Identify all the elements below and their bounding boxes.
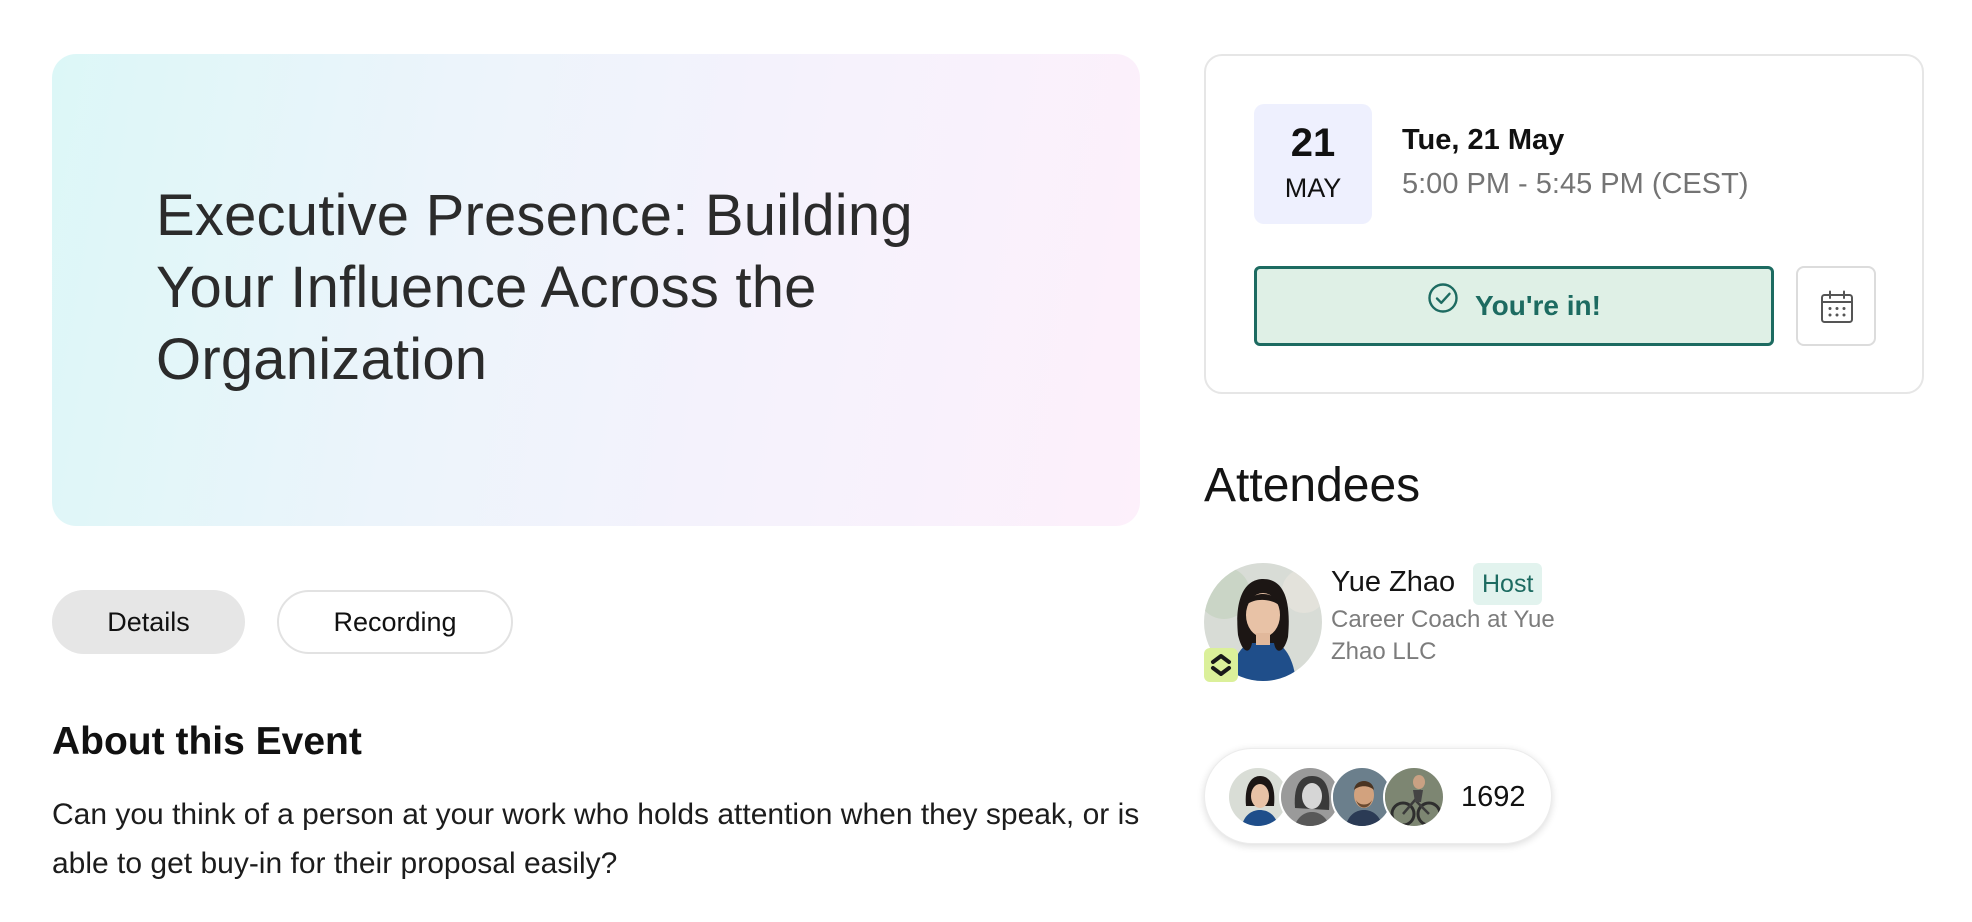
date-badge: 21 MAY	[1254, 104, 1372, 224]
add-to-calendar-button[interactable]	[1796, 266, 1876, 346]
attendee-list-button[interactable]: 1692	[1204, 748, 1552, 844]
community-badge-icon	[1204, 648, 1238, 682]
about-description: Can you think of a person at your work w…	[52, 798, 1140, 880]
tab-recording[interactable]: Recording	[277, 590, 513, 654]
rsvp-button[interactable]: You're in!	[1254, 266, 1774, 346]
host-role: Career Coach at Yue Zhao LLC	[1331, 606, 1555, 665]
avatar	[1383, 766, 1445, 828]
attendees-heading: Attendees	[1204, 459, 1421, 512]
event-date: Tue, 21 May	[1402, 124, 1565, 156]
attendee-count: 1692	[1461, 781, 1526, 813]
event-title: Executive Presence: Building Your Influe…	[156, 183, 913, 392]
host-name[interactable]: Yue Zhao	[1331, 566, 1455, 599]
event-time: 5:00 PM - 5:45 PM (CEST)	[1402, 168, 1749, 200]
event-banner: Executive Presence: Building Your Influe…	[52, 54, 1140, 526]
check-circle-icon	[1427, 268, 1459, 342]
tab-details[interactable]: Details	[52, 590, 245, 654]
schedule-card: 21 MAY Tue, 21 May 5:00 PM - 5:45 PM (CE…	[1204, 54, 1924, 394]
rsvp-label: You're in!	[1475, 290, 1601, 321]
host-tag: Host	[1473, 563, 1543, 605]
date-day: 21	[1290, 121, 1336, 165]
about-heading: About this Event	[52, 720, 362, 763]
date-month: MAY	[1284, 173, 1342, 203]
